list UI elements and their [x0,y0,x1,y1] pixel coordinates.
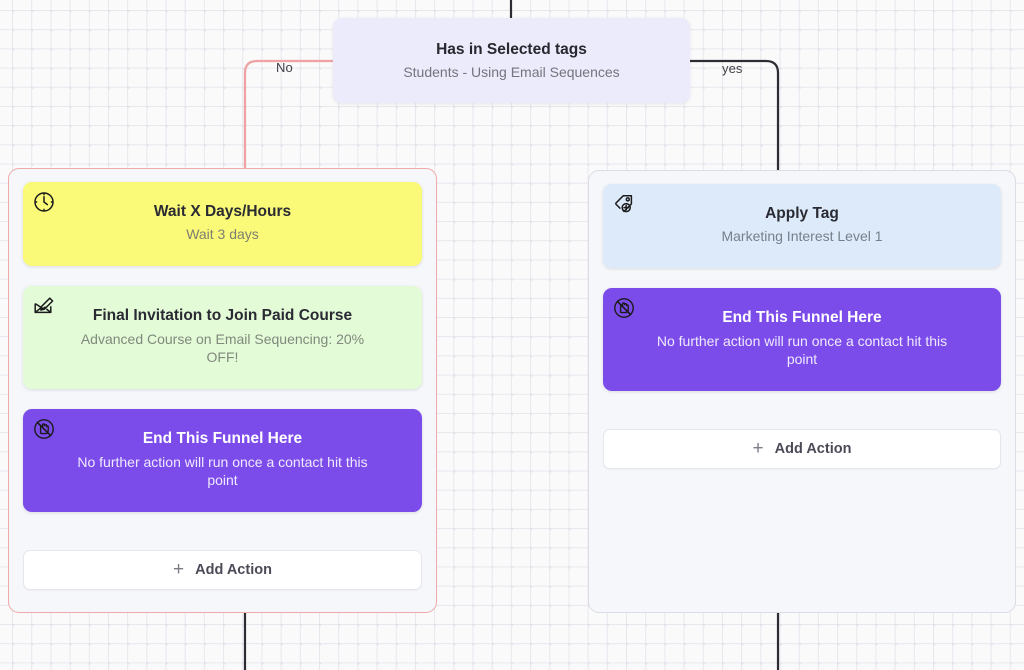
add-action-label: Add Action [195,562,272,578]
edge-label-no: No [276,60,293,75]
action-card-email[interactable]: Final Invitation to Join Paid Course Adv… [23,286,422,389]
add-action-button-no-branch[interactable]: + Add Action [23,550,422,590]
email-edit-icon [32,294,56,318]
no-entry-hand-icon [612,296,636,320]
edge-label-yes: yes [722,61,743,76]
plus-icon: + [173,558,185,580]
tag-plus-icon [612,192,636,216]
action-card-subtitle: Advanced Course on Email Sequencing: 20%… [80,330,365,366]
action-card-apply-tag[interactable]: Apply Tag Marketing Interest Level 1 [603,184,1001,268]
action-card-title: Apply Tag [765,205,839,222]
decision-node-has-in-selected-tags[interactable]: Has in Selected tags Students - Using Em… [333,18,690,103]
edge-no [243,59,335,170]
action-card-subtitle: Wait 3 days [186,226,259,243]
decision-node-subtitle: Students - Using Email Sequences [403,64,620,80]
action-card-title: End This Funnel Here [142,430,303,448]
action-card-end-funnel[interactable]: End This Funnel Here No further action w… [603,288,1001,391]
action-card-subtitle: No further action will run once a contac… [656,332,948,368]
workflow-canvas[interactable]: No yes Has in Selected tags Students - U… [0,0,1024,670]
action-card-title: Final Invitation to Join Paid Course [92,307,353,325]
plus-icon: + [752,437,764,459]
branch-container-yes[interactable]: Apply Tag Marketing Interest Level 1 End… [588,170,1016,613]
decision-node-title: Has in Selected tags [436,41,587,58]
no-entry-hand-icon [32,417,56,441]
action-card-end-funnel[interactable]: End This Funnel Here No further action w… [23,409,422,512]
clock-icon [32,190,56,214]
add-action-button-yes-branch[interactable]: + Add Action [603,429,1001,469]
action-card-title: End This Funnel Here [722,309,882,327]
action-card-subtitle: Marketing Interest Level 1 [721,228,883,245]
branch-container-no[interactable]: Wait X Days/Hours Wait 3 days Final Invi… [8,168,437,613]
action-card-wait[interactable]: Wait X Days/Hours Wait 3 days [23,182,422,266]
action-card-subtitle: No further action will run once a contac… [77,453,368,489]
add-action-label: Add Action [774,441,852,457]
edge-yes [688,59,780,172]
action-card-title: Wait X Days/Hours [153,203,292,220]
